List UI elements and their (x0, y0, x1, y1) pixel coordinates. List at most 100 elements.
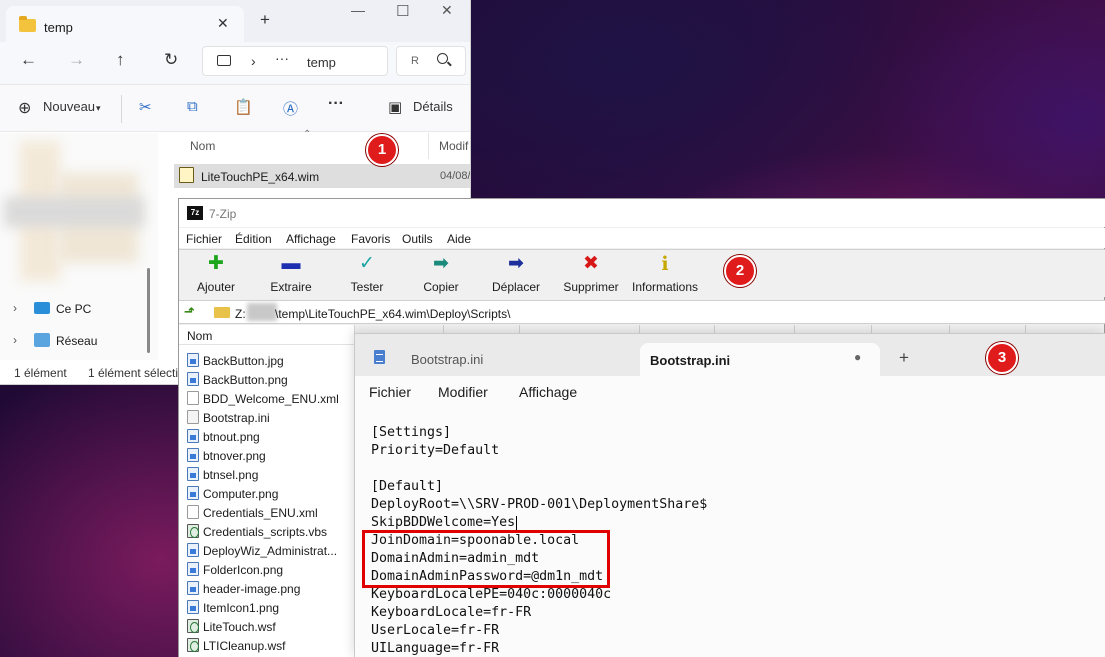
column-header-label: Nom (187, 329, 213, 343)
credentials-highlight-box (362, 530, 610, 588)
column-header-modified[interactable]: Modif (439, 139, 468, 153)
explorer-tab-temp[interactable]: temp ✕ (6, 6, 244, 42)
maximize-button[interactable]: ☐ (396, 2, 409, 20)
forward-arrow-icon[interactable]: → (68, 50, 85, 70)
list-item[interactable]: BackButton.jpg (179, 351, 355, 370)
tab-title: Bootstrap.ini (650, 353, 731, 368)
list-item[interactable]: DeployWiz_Administrat... (179, 541, 355, 560)
rename-icon[interactable]: Ⓐ (283, 98, 298, 119)
archive-file-list: Nom BackButton.jpg BackButton.png BDD_We… (179, 325, 355, 657)
path-bar[interactable]: ⬏ Z: \temp\LiteTouchPE_x64.wim\Deploy\Sc… (179, 300, 1105, 324)
more-options-icon[interactable]: ··· (328, 95, 344, 113)
refresh-icon[interactable]: ↻ (164, 50, 178, 70)
menu-outils[interactable]: Outils (402, 232, 433, 246)
new-button[interactable]: Nouveau (43, 99, 95, 114)
item-count: 1 élément (14, 366, 67, 380)
list-item[interactable]: BackButton.png (179, 370, 355, 389)
list-item[interactable]: header-image.png (179, 579, 355, 598)
details-pane-icon: ▣ (388, 99, 403, 116)
menu-affichage[interactable]: Affichage (519, 384, 577, 400)
tab-bootstrap-ini[interactable]: Bootstrap.ini (411, 352, 483, 367)
chevron-right-icon[interactable]: › (13, 333, 17, 347)
paste-icon[interactable]: 📋 (234, 98, 253, 116)
column-divider[interactable] (428, 133, 429, 159)
image-file-icon (187, 467, 199, 481)
delete-button[interactable]: ✖ Supprimer (555, 250, 627, 298)
list-item[interactable]: ItemIcon1.png (179, 598, 355, 617)
cut-icon[interactable]: ✂ (139, 98, 152, 116)
info-label: Informations (631, 280, 699, 294)
add-button[interactable]: ✚ Ajouter (180, 250, 252, 298)
image-file-icon (187, 562, 199, 576)
close-window-button[interactable]: ✕ (441, 2, 453, 19)
unsaved-dot-icon[interactable]: ● (854, 350, 861, 364)
list-item[interactable]: BDD_Welcome_ENU.xml (179, 389, 355, 408)
list-item[interactable]: Computer.png (179, 484, 355, 503)
search-input[interactable]: R (396, 46, 466, 76)
text-line: KeyboardLocalePE=040c:0000040c (371, 587, 612, 602)
file-name: Credentials_scripts.vbs (203, 525, 328, 539)
menu-fichier[interactable]: Fichier (369, 384, 411, 400)
list-item[interactable]: LiteTouch.wsf (179, 617, 355, 636)
file-name: ItemIcon1.png (203, 601, 280, 615)
list-item[interactable]: FolderIcon.png (179, 560, 355, 579)
details-button[interactable]: Détails (413, 99, 453, 114)
more-path-icon[interactable]: ··· (275, 50, 289, 66)
image-file-icon (187, 429, 199, 443)
computer-icon (217, 55, 231, 66)
copy-button[interactable]: ➡ Copier (405, 250, 477, 298)
toolbar-divider (121, 95, 122, 123)
list-item[interactable]: btnover.png (179, 446, 355, 465)
new-tab-button[interactable]: + (260, 10, 270, 30)
sevenzip-toolbar: ✚ Ajouter ▬ Extraire ✓ Tester ➡ Copier ➡… (179, 249, 1105, 297)
move-button[interactable]: ➡ Déplacer (480, 250, 552, 298)
menu-aide[interactable]: Aide (447, 232, 471, 246)
file-row[interactable]: LiteTouchPE_x64.wim 04/08/ (174, 164, 470, 188)
text-line: UILanguage=fr-FR (371, 641, 500, 656)
menu-favoris[interactable]: Favoris (351, 232, 390, 246)
up-folder-icon[interactable]: ⬏ (184, 304, 195, 320)
list-item[interactable]: Bootstrap.ini (179, 408, 355, 427)
up-arrow-icon[interactable]: ↑ (116, 50, 125, 70)
list-item[interactable]: Credentials_scripts.vbs (179, 522, 355, 541)
file-name: FolderIcon.png (203, 563, 284, 577)
back-arrow-icon[interactable]: ← (20, 50, 37, 70)
text-line: [Default] (371, 479, 444, 494)
menu-fichier[interactable]: Fichier (186, 232, 222, 246)
menu-edition[interactable]: Édition (235, 232, 272, 246)
address-bar[interactable]: › ··· temp (202, 46, 388, 76)
minimize-button[interactable]: — (351, 2, 365, 18)
nav-scrollbar[interactable] (147, 268, 150, 353)
file-name: btnsel.png (203, 468, 259, 482)
chevron-down-icon[interactable]: ▾ (96, 103, 101, 114)
list-item[interactable]: LTICleanup.wsf (179, 636, 355, 655)
nav-item-this-pc[interactable]: › Ce PC (0, 294, 150, 324)
script-file-icon (187, 619, 199, 633)
sort-up-icon: ⌃ (303, 129, 312, 140)
image-file-icon (187, 581, 199, 595)
ini-file-icon (187, 410, 199, 424)
extract-button[interactable]: ▬ Extraire (255, 250, 327, 298)
info-button[interactable]: i Informations (629, 250, 701, 298)
copy-icon[interactable]: ⧉ (187, 98, 198, 115)
column-header-name[interactable]: Nom (179, 325, 355, 345)
list-item[interactable]: Credentials_ENU.xml (179, 503, 355, 522)
chevron-right-icon[interactable]: › (251, 53, 256, 69)
script-file-icon (187, 524, 199, 538)
test-button[interactable]: ✓ Tester (331, 250, 403, 298)
menu-modifier[interactable]: Modifier (438, 384, 488, 400)
column-header-name[interactable]: Nom (190, 139, 215, 153)
list-item[interactable]: btnout.png (179, 427, 355, 446)
image-file-icon (187, 600, 199, 614)
nav-item-network[interactable]: › Réseau (0, 326, 150, 356)
tab-bootstrap-ini-active[interactable]: Bootstrap.ini ● (640, 343, 880, 376)
explorer-titlebar: temp ✕ + — ☐ ✕ (0, 0, 470, 42)
close-tab-icon[interactable]: ✕ (217, 15, 229, 32)
chevron-right-icon[interactable]: › (13, 301, 17, 315)
list-item[interactable]: btnsel.png (179, 465, 355, 484)
menu-affichage[interactable]: Affichage (286, 232, 336, 246)
new-tab-button[interactable]: + (899, 348, 909, 368)
image-file-icon (187, 486, 199, 500)
file-name: header-image.png (203, 582, 301, 596)
wim-file-icon (179, 167, 194, 183)
